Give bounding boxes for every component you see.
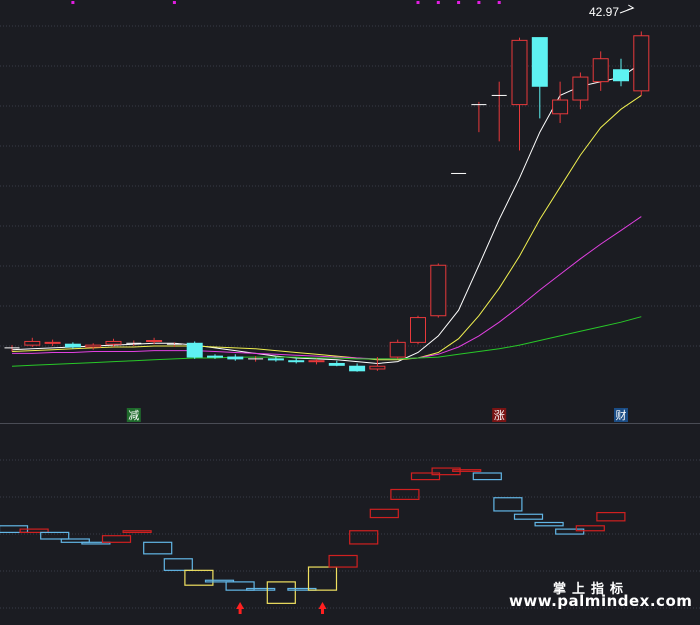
- candle: [126, 340, 142, 347]
- top-marker: [172, 1, 176, 4]
- indicator-box: [101, 535, 132, 543]
- top-marker: [71, 1, 75, 4]
- candle-body-down: [186, 342, 203, 358]
- indicator-box: [575, 525, 605, 532]
- candle-body-down: [267, 358, 284, 361]
- candle-body-down: [207, 355, 223, 358]
- stock-chart: 减 涨 财 42.97: [0, 1, 700, 614]
- candle-body-up: [369, 365, 386, 370]
- candle: [24, 337, 41, 347]
- indicator-box: [246, 587, 276, 591]
- indicator-box: [555, 528, 585, 535]
- candle: [511, 37, 528, 151]
- candle: [471, 101, 487, 133]
- top-marker: [416, 1, 420, 4]
- indicator-box: [369, 508, 399, 519]
- candle-body-down: [349, 365, 366, 372]
- candle: [267, 357, 284, 362]
- ma5-line: [11, 62, 642, 365]
- indicator-box: [266, 581, 296, 604]
- gridlines: [0, 25, 700, 609]
- top-marker: [497, 1, 501, 4]
- candle-body-down: [328, 362, 345, 366]
- indicator-box: [122, 530, 152, 533]
- indicator-box: [163, 558, 193, 571]
- candle: [308, 358, 325, 365]
- signal-tag-reduce: 减: [126, 408, 141, 422]
- candle: [633, 31, 650, 96]
- candle: [572, 72, 589, 110]
- candle-body-up: [633, 35, 650, 92]
- candle-body-down: [227, 356, 244, 360]
- candlesticks: [4, 31, 650, 372]
- signal-tag-rise: 涨: [492, 408, 507, 422]
- candle-body-up: [572, 76, 589, 101]
- signal-tags: 减涨财: [126, 408, 628, 422]
- candle: [430, 263, 447, 318]
- candle-body-down: [288, 360, 305, 363]
- indicator-box: [472, 472, 502, 481]
- top-marker: [436, 1, 440, 4]
- candle-body-up: [85, 344, 102, 348]
- signal-tag-text: 涨: [494, 409, 505, 422]
- top-markers: [71, 1, 501, 4]
- max-price-label: 42.97: [589, 5, 619, 19]
- candle-body-up: [430, 264, 447, 317]
- candle: [44, 339, 61, 347]
- candle: [328, 360, 345, 367]
- candle: [288, 357, 305, 364]
- indicator-box: [452, 469, 482, 472]
- candle-body-down: [64, 343, 81, 348]
- indicator-box: [596, 511, 626, 522]
- max-price-arrowhead: [627, 4, 635, 11]
- candle-body-up: [410, 317, 426, 343]
- buy-arrow: [236, 602, 245, 614]
- ma10-line: [11, 94, 642, 361]
- candle-body-down: [531, 37, 548, 87]
- candle: [389, 339, 406, 359]
- max-price-annotation: 42.97: [589, 4, 635, 19]
- candle-body-up: [592, 58, 609, 83]
- indicator-box: [513, 513, 544, 520]
- indicator-box: [40, 531, 70, 540]
- indicator-box: [410, 472, 441, 481]
- candle: [186, 341, 203, 359]
- candle: [410, 315, 426, 345]
- candle: [552, 81, 569, 123]
- candle-body-down: [613, 69, 629, 82]
- indicator-box: [349, 530, 379, 545]
- indicator-box: [328, 554, 358, 568]
- indicator-box: [184, 569, 214, 586]
- indicator-box: [390, 488, 420, 500]
- candle-body-up: [105, 340, 122, 345]
- candle-body-up: [552, 99, 569, 115]
- top-marker: [457, 1, 461, 4]
- candle-body-up: [24, 340, 41, 346]
- indicator-box: [143, 541, 173, 555]
- candle: [85, 343, 102, 350]
- signal-tag-text: 减: [128, 409, 139, 422]
- indicator-box: [493, 497, 523, 512]
- watermark-url: www.palmindex.com: [509, 592, 693, 610]
- candle: [491, 81, 507, 142]
- candle: [64, 342, 81, 349]
- candle-body-up: [389, 341, 406, 358]
- candle-body-up: [146, 340, 163, 343]
- candle-body-up: [308, 360, 325, 363]
- ma20-line: [12, 216, 642, 360]
- candle: [613, 58, 629, 87]
- candle-body-up: [511, 39, 528, 106]
- buy-arrow: [318, 602, 327, 614]
- moving-average-lines: [11, 62, 642, 367]
- candle-body-up: [44, 341, 61, 344]
- indicator-box: [534, 521, 564, 527]
- candle: [349, 363, 366, 372]
- candle: [227, 354, 244, 361]
- top-marker: [477, 1, 481, 4]
- signal-tag-text: 财: [616, 408, 627, 422]
- candle: [592, 51, 609, 91]
- signal-tag-finance: 财: [614, 408, 628, 422]
